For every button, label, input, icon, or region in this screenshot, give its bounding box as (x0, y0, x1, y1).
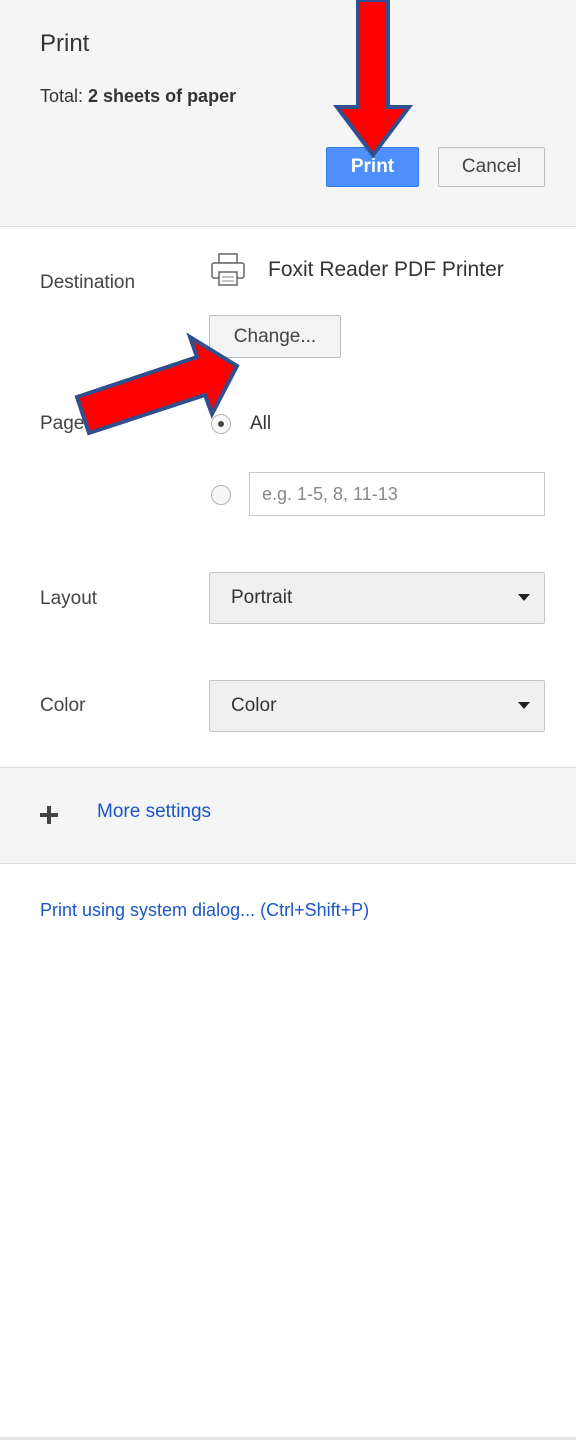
chevron-down-icon (518, 594, 530, 601)
color-value: Color (231, 695, 277, 716)
page-range-input[interactable] (249, 472, 545, 516)
print-button[interactable]: Print (326, 147, 419, 187)
plus-icon[interactable] (40, 806, 58, 824)
more-settings-link[interactable]: More settings (97, 801, 211, 823)
destination-label: Destination (40, 272, 136, 293)
cancel-button[interactable]: Cancel (438, 147, 545, 187)
color-select[interactable]: Color (209, 680, 545, 732)
color-label: Color (40, 695, 86, 716)
system-dialog-link[interactable]: Print using system dialog... (Ctrl+Shift… (40, 900, 369, 921)
pages-all-label: All (250, 413, 272, 434)
layout-label: Layout (40, 588, 98, 609)
destination-printer-name: Foxit Reader PDF Printer (268, 258, 504, 281)
page-title: Print (40, 30, 90, 57)
total-label: Total: (40, 86, 89, 106)
pages-all-radio[interactable] (211, 414, 231, 434)
change-destination-button[interactable]: Change... (209, 315, 341, 358)
total-value: 2 sheets of paper (88, 86, 237, 106)
printer-icon (211, 253, 245, 286)
pages-range-radio[interactable] (211, 485, 231, 505)
layout-select[interactable]: Portrait (209, 572, 545, 624)
chevron-down-icon (518, 702, 530, 709)
print-header: Print Total: 2 sheets of paper Print Can… (0, 0, 576, 227)
total-sheets: Total: 2 sheets of paper (40, 86, 236, 107)
more-settings-section: More settings (0, 767, 576, 864)
pages-label: Pages (40, 413, 94, 434)
layout-value: Portrait (231, 587, 293, 608)
